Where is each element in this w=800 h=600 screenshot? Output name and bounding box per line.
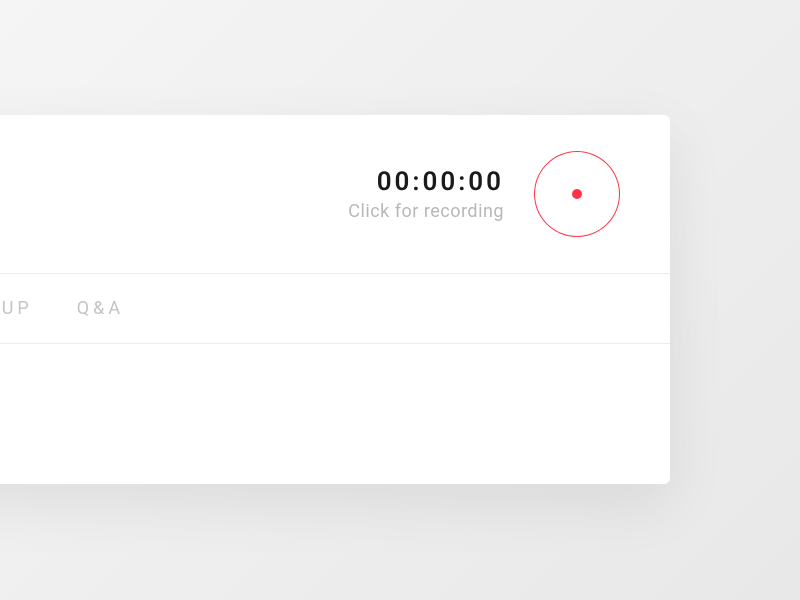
recording-card: 00:00:00 Click for recording GROUP Q&A [0,115,670,484]
record-button[interactable] [534,151,620,237]
tab-bar: GROUP Q&A [0,273,670,344]
timer-block: 00:00:00 Click for recording [348,167,504,222]
tab-group[interactable]: GROUP [0,298,33,319]
card-header: 00:00:00 Click for recording [0,115,670,273]
timer-display: 00:00:00 [377,167,504,197]
record-icon [572,189,582,199]
timer-hint-text: Click for recording [348,201,504,222]
tab-qa[interactable]: Q&A [77,298,124,319]
content-area [0,344,670,484]
